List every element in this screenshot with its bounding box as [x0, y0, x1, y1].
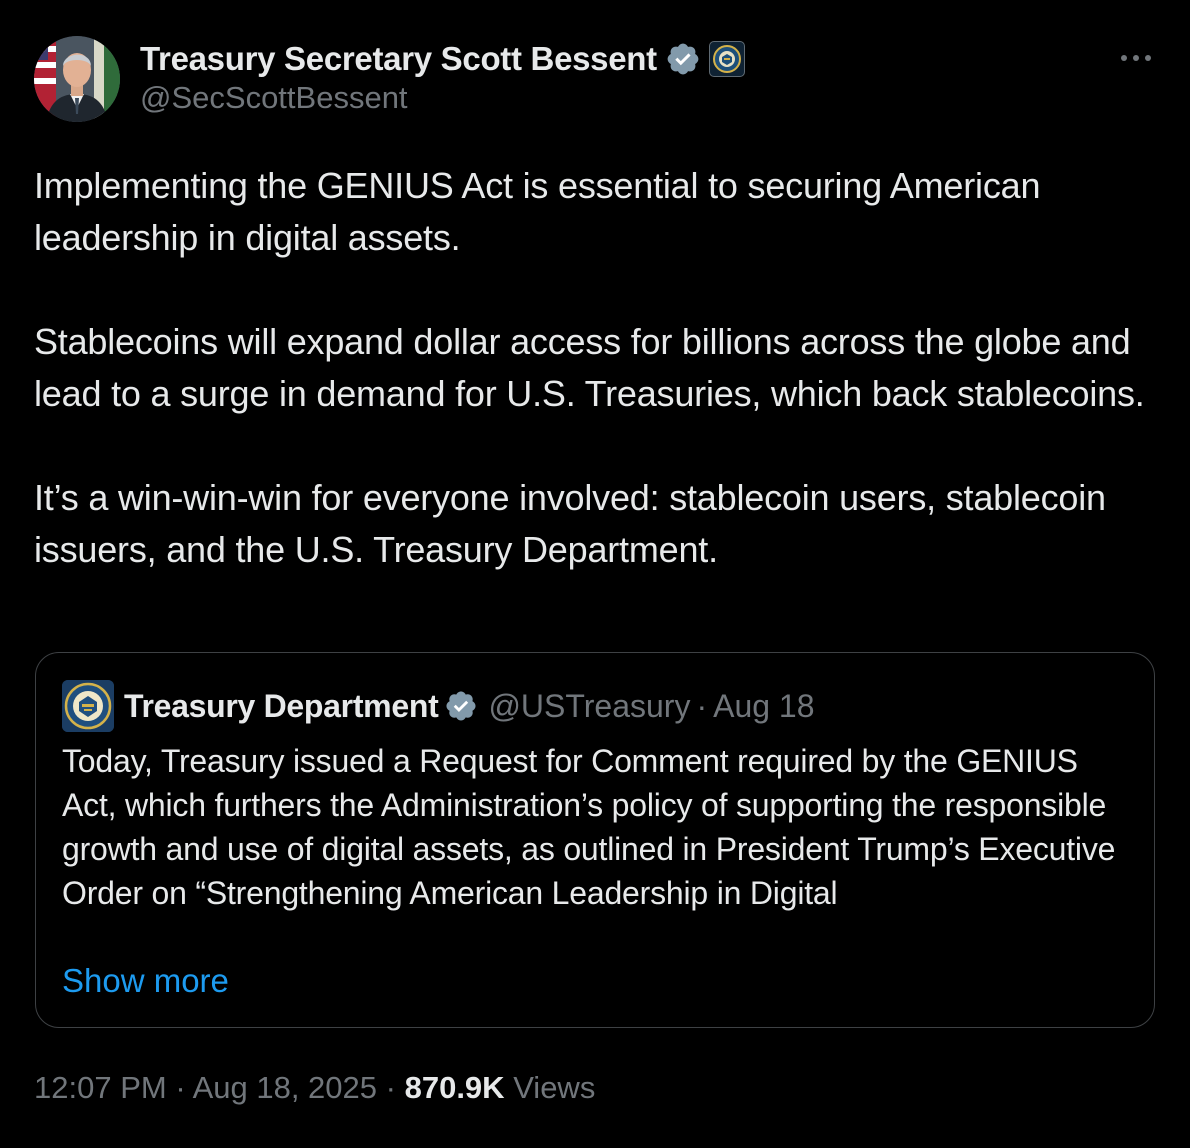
tweet-date[interactable]: Aug 18, 2025 [193, 1070, 377, 1105]
quoted-tweet-header: Treasury Department @USTreasury · Aug 18 [62, 680, 815, 732]
quoted-author-avatar[interactable] [62, 680, 114, 732]
show-more-link[interactable]: Show more [62, 959, 229, 1003]
tweet-paragraph: Implementing the GENIUS Act is essential… [34, 165, 1041, 258]
author-display-name[interactable]: Treasury Secretary Scott Bessent [140, 40, 657, 78]
tweet-paragraph: It’s a win-win-win for everyone involved… [34, 477, 1106, 570]
views-label: Views [513, 1070, 596, 1105]
more-options-icon[interactable] [1116, 48, 1156, 68]
quoted-tweet-text: Today, Treasury issued a Request for Com… [62, 743, 1116, 911]
quoted-author-name[interactable]: Treasury Department [124, 688, 439, 725]
meta-separator: · [385, 1070, 396, 1105]
quoted-author-handle[interactable]: @USTreasury [488, 688, 690, 725]
tweet-paragraph: Stablecoins will expand dollar access fo… [34, 321, 1145, 414]
author-avatar[interactable] [34, 36, 120, 122]
views-count[interactable]: 870.9K [405, 1070, 505, 1105]
author-name-row: Treasury Secretary Scott Bessent [140, 36, 745, 82]
treasury-seal-icon [62, 680, 114, 732]
quoted-tweet-card[interactable]: Treasury Department @USTreasury · Aug 18… [35, 652, 1155, 1028]
quoted-separator: · [696, 687, 708, 724]
author-handle[interactable]: @SecScottBessent [140, 80, 408, 116]
tweet-text: Implementing the GENIUS Act is essential… [34, 160, 1156, 576]
quoted-date[interactable]: Aug 18 [713, 688, 814, 725]
tweet-time[interactable]: 12:07 PM [34, 1070, 167, 1105]
treasury-seal-icon[interactable] [708, 41, 745, 77]
tweet: Treasury Secretary Scott Bessent @SecSco… [0, 0, 1190, 1148]
author-photo [34, 36, 120, 122]
verified-badge-icon[interactable] [444, 689, 478, 723]
tweet-meta: 12:07 PM · Aug 18, 2025 · 870.9K Views [34, 1070, 595, 1106]
meta-separator: · [175, 1070, 186, 1105]
seal-graphic [712, 45, 741, 73]
verified-badge-icon[interactable] [665, 41, 701, 77]
